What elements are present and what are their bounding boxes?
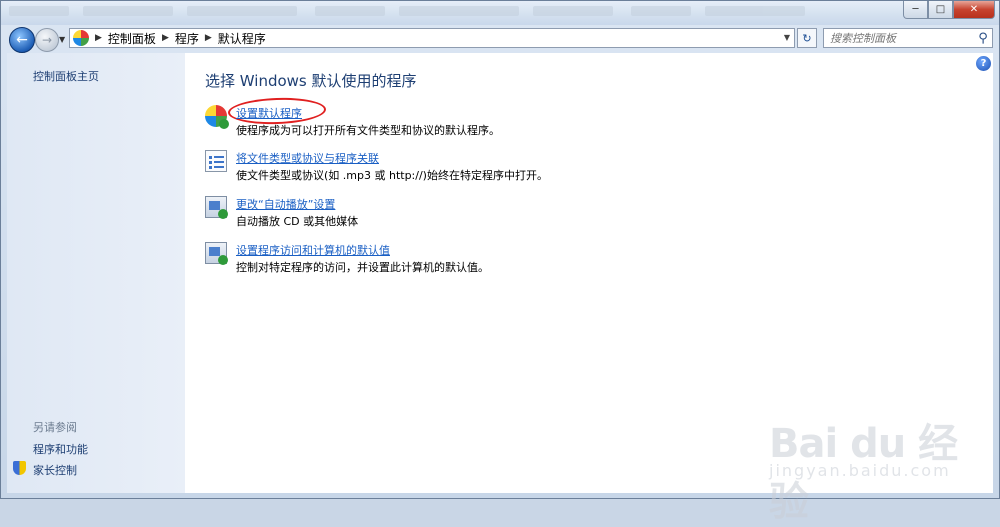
task-program-access-defaults: 设置程序访问和计算机的默认值 控制对特定程序的访问，并设置此计算机的默认值。 <box>205 242 765 282</box>
explorer-window: ─ □ ✕ ← → ▼ ▶ 控制面板 ▶ 程序 ▶ 默认程序 ▼ ↻ ⚲ 控制面… <box>0 0 1000 525</box>
task-associate-file-type: 将文件类型或协议与程序关联 使文件类型或协议(如 .mp3 或 http://)… <box>205 150 765 190</box>
default-programs-icon <box>205 105 229 129</box>
associate-file-type-link[interactable]: 将文件类型或协议与程序关联 <box>236 150 379 166</box>
uac-shield-icon <box>13 461 26 475</box>
see-also-heading: 另请参阅 <box>33 421 77 434</box>
task-description: 控制对特定程序的访问，并设置此计算机的默认值。 <box>236 261 489 274</box>
breadcrumb-programs[interactable]: 程序 <box>175 30 199 47</box>
breadcrumb-control-panel[interactable]: 控制面板 <box>108 30 156 47</box>
baidu-watermark: Bai du 经验 jingyan.baidu.com <box>761 411 991 525</box>
refresh-button[interactable]: ↻ <box>797 28 817 48</box>
close-button[interactable]: ✕ <box>953 1 995 19</box>
sidebar-link-control-panel-home[interactable]: 控制面板主页 <box>33 68 99 84</box>
maximize-button[interactable]: □ <box>928 1 953 19</box>
breadcrumb-default-programs[interactable]: 默认程序 <box>218 30 266 47</box>
search-input[interactable] <box>824 30 974 46</box>
caption-buttons: ─ □ ✕ <box>903 1 995 20</box>
sidebar: 控制面板主页 另请参阅 程序和功能 家长控制 <box>7 53 185 493</box>
control-panel-icon <box>73 30 89 46</box>
recent-pages-chevron-icon[interactable]: ▼ <box>59 35 65 44</box>
title-bar: ─ □ ✕ <box>1 1 999 25</box>
program-access-defaults-link[interactable]: 设置程序访问和计算机的默认值 <box>236 242 390 258</box>
address-bar[interactable]: ▶ 控制面板 ▶ 程序 ▶ 默认程序 ▼ <box>69 28 795 48</box>
breadcrumb-separator-icon[interactable]: ▶ <box>95 33 102 43</box>
forward-button[interactable]: → <box>35 28 59 52</box>
sidebar-link-programs-and-features[interactable]: 程序和功能 <box>33 441 88 457</box>
watermark-url: jingyan.baidu.com <box>769 461 951 480</box>
autoplay-icon <box>205 196 228 219</box>
address-dropdown-chevron-icon[interactable]: ▼ <box>784 33 790 42</box>
set-default-programs-link[interactable]: 设置默认程序 <box>236 105 302 121</box>
search-icon[interactable]: ⚲ <box>974 31 992 46</box>
file-association-icon <box>205 150 227 172</box>
program-access-icon <box>205 242 228 265</box>
autoplay-settings-link[interactable]: 更改“自动播放”设置 <box>236 196 335 212</box>
blurred-background-tabs <box>9 5 909 19</box>
sidebar-link-parental-controls[interactable]: 家长控制 <box>33 462 77 478</box>
task-description: 使文件类型或协议(如 .mp3 或 http://)始终在特定程序中打开。 <box>236 169 548 182</box>
minimize-button[interactable]: ─ <box>903 1 928 19</box>
page-title: 选择 Windows 默认使用的程序 <box>205 72 417 90</box>
task-description: 自动播放 CD 或其他媒体 <box>236 215 359 228</box>
navigation-bar: ← → ▼ ▶ 控制面板 ▶ 程序 ▶ 默认程序 ▼ ↻ ⚲ <box>1 25 999 53</box>
back-button[interactable]: ← <box>9 27 35 53</box>
task-set-default-programs: 设置默认程序 使程序成为可以打开所有文件类型和协议的默认程序。 <box>205 96 765 145</box>
breadcrumb-separator-icon[interactable]: ▶ <box>205 33 212 43</box>
breadcrumb-separator-icon[interactable]: ▶ <box>162 33 169 43</box>
search-box: ⚲ <box>823 28 993 48</box>
task-description: 使程序成为可以打开所有文件类型和协议的默认程序。 <box>236 124 500 137</box>
help-icon[interactable]: ? <box>976 56 991 71</box>
task-autoplay-settings: 更改“自动播放”设置 自动播放 CD 或其他媒体 <box>205 196 765 236</box>
